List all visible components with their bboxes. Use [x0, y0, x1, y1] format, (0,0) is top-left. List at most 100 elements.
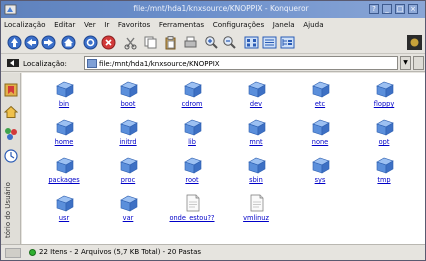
forward-arrow-icon[interactable] [41, 35, 56, 50]
bookmarks-tab-icon[interactable] [4, 83, 18, 97]
item-label[interactable]: initrd [96, 138, 160, 146]
up-arrow-icon[interactable] [7, 35, 22, 50]
folder-item[interactable]: none [288, 117, 352, 151]
view-split-indicator [5, 248, 21, 258]
folder-item[interactable]: usr [32, 193, 96, 227]
menu-ir[interactable]: Ir [101, 18, 112, 29]
folder-item[interactable]: var [96, 193, 160, 227]
menu-favoritos[interactable]: Favoritos [115, 18, 153, 29]
folder-item[interactable]: floppy [352, 79, 416, 113]
item-label[interactable]: home [32, 138, 96, 146]
item-label[interactable]: usr [32, 214, 96, 222]
item-label[interactable]: boot [96, 100, 160, 108]
item-label[interactable]: mnt [224, 138, 288, 146]
folder-item[interactable]: bin [32, 79, 96, 113]
menu-janela[interactable]: Janela [270, 18, 298, 29]
window-title: file:/mnt/hda1/knxsource/KNOPPIX - Konqu… [133, 4, 309, 13]
print-icon[interactable] [183, 35, 198, 50]
stop-icon[interactable] [101, 35, 116, 50]
folder-icon [312, 119, 330, 136]
location-label: Localização: [23, 59, 67, 68]
folder-icon [120, 195, 138, 212]
paste-icon[interactable] [163, 35, 178, 50]
sidebar-tab-label[interactable]: tório do Usuário [4, 138, 12, 238]
close-button[interactable]: × [408, 4, 418, 14]
item-label[interactable]: bin [32, 100, 96, 108]
folder-item[interactable]: cdrom [160, 79, 224, 113]
file-protocol-icon [87, 59, 97, 68]
menu-ferramentas[interactable]: Ferramentas [156, 18, 207, 29]
folder-item[interactable]: home [32, 117, 96, 151]
item-label[interactable]: tmp [352, 176, 416, 184]
status-bar: 22 Itens - 2 Arquivos (5,7 KB Total) - 2… [1, 244, 425, 260]
folder-item[interactable]: root [160, 155, 224, 189]
menu-ajuda[interactable]: Ajuda [300, 18, 326, 29]
folder-icon [312, 157, 330, 174]
folder-item[interactable]: tmp [352, 155, 416, 189]
reload-icon[interactable] [83, 35, 98, 50]
cut-icon[interactable] [123, 35, 138, 50]
location-dropdown-button[interactable]: ▼ [400, 56, 411, 70]
folder-icon [56, 195, 74, 212]
zoom-out-icon[interactable] [222, 35, 237, 50]
item-label[interactable]: sbin [224, 176, 288, 184]
home-folder-tab-icon[interactable] [4, 105, 18, 119]
folder-item[interactable]: lib [160, 117, 224, 151]
folder-icon [184, 81, 202, 98]
menu-editar[interactable]: Editar [51, 18, 78, 29]
folder-icon [56, 157, 74, 174]
item-label[interactable]: lib [160, 138, 224, 146]
location-input[interactable] [99, 58, 389, 69]
folder-item[interactable]: boot [96, 79, 160, 113]
minimize-button[interactable]: _ [382, 4, 392, 14]
document-file-icon [250, 194, 264, 212]
copy-icon[interactable] [143, 35, 158, 50]
menu-localizacao[interactable]: Localização [1, 18, 49, 29]
clear-location-icon[interactable] [7, 58, 19, 68]
file-item[interactable]: vmlinuz [224, 193, 288, 227]
connection-status-led [29, 249, 36, 256]
konqueror-app-icon[interactable] [4, 3, 17, 15]
item-label[interactable]: opt [352, 138, 416, 146]
folder-item[interactable]: mnt [224, 117, 288, 151]
folder-item[interactable]: packages [32, 155, 96, 189]
menu-configuracoes[interactable]: Configurações [210, 18, 268, 29]
folder-icon [184, 157, 202, 174]
item-label[interactable]: none [288, 138, 352, 146]
folder-item[interactable]: opt [352, 117, 416, 151]
folder-item[interactable]: sys [288, 155, 352, 189]
item-label[interactable]: onde_estou?? [160, 214, 224, 222]
folder-item[interactable]: proc [96, 155, 160, 189]
home-icon[interactable] [61, 35, 76, 50]
toolbar [1, 32, 425, 54]
file-item[interactable]: onde_estou?? [160, 193, 224, 227]
item-label[interactable]: cdrom [160, 100, 224, 108]
menu-ver[interactable]: Ver [81, 18, 99, 29]
location-field[interactable] [84, 56, 398, 70]
document-file-icon [186, 194, 200, 212]
item-label[interactable]: packages [32, 176, 96, 184]
help-window-button[interactable]: ? [369, 4, 379, 14]
folder-item[interactable]: sbin [224, 155, 288, 189]
item-label[interactable]: sys [288, 176, 352, 184]
location-bar: Localização: ▼ [1, 54, 425, 72]
item-label[interactable]: etc [288, 100, 352, 108]
item-label[interactable]: var [96, 214, 160, 222]
item-label[interactable]: vmlinuz [224, 214, 288, 222]
item-label[interactable]: dev [224, 100, 288, 108]
back-arrow-icon[interactable] [24, 35, 39, 50]
item-label[interactable]: floppy [352, 100, 416, 108]
view-tree-mode-icon[interactable] [280, 35, 295, 50]
item-label[interactable]: proc [96, 176, 160, 184]
zoom-in-icon[interactable] [204, 35, 219, 50]
location-go-button[interactable] [413, 56, 424, 70]
item-label[interactable]: root [160, 176, 224, 184]
view-list-mode-icon[interactable] [262, 35, 277, 50]
maximize-button[interactable]: □ [395, 4, 405, 14]
title-bar[interactable]: file:/mnt/hda1/knxsource/KNOPPIX - Konqu… [1, 1, 425, 18]
folder-icon [56, 81, 74, 98]
folder-item[interactable]: initrd [96, 117, 160, 151]
view-icon-mode-icon[interactable] [244, 35, 259, 50]
folder-item[interactable]: dev [224, 79, 288, 113]
folder-item[interactable]: etc [288, 79, 352, 113]
